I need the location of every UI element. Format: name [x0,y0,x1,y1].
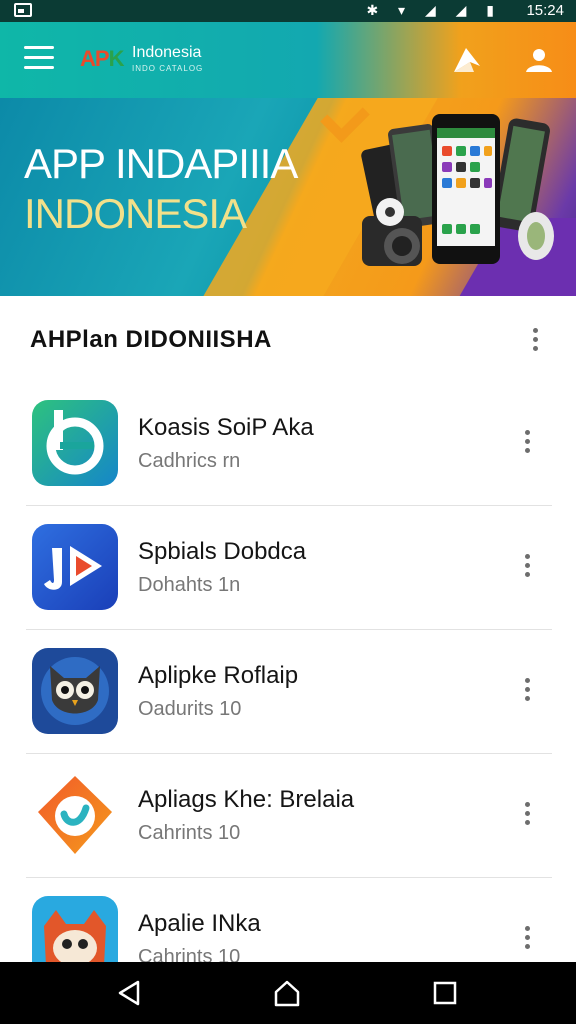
item-more-icon[interactable] [516,676,540,704]
list-item[interactable]: Spbials Dobdca Dohahts 1n [0,506,576,630]
promo-banner[interactable]: APP INDAPIIIA INDONESIA [0,98,576,296]
app-bar: APK Indonesia INDO CATALOG [0,22,576,98]
list-item[interactable]: Koasis SoiP Aka Cadhrics rn [0,382,576,506]
notification-image-icon [14,3,32,17]
item-more-icon[interactable] [516,924,540,952]
b-circle-icon [32,400,118,486]
logo-mark: APK [80,46,124,71]
list-item[interactable]: Apliags Khe: Brelaia Cahrints 10 [0,754,576,878]
status-bar: ✱ ▾ ◢ ◢ ▮ 15:24 [0,0,576,22]
section-title: AHPlan DIDONIISHA [30,326,272,353]
share-icon[interactable] [450,44,484,78]
app-name: Apliags Khe: Brelaia [138,786,355,813]
app-list: Koasis SoiP Aka Cadhrics rn Spbials Dobd… [0,382,576,962]
recent-apps-icon[interactable] [430,978,460,1008]
section-more-icon[interactable] [524,326,548,354]
banner-title-line1: APP INDAPIIIA [24,140,298,187]
list-item[interactable]: Aplipke Roflaip Oadurits 10 [0,630,576,754]
cat-mascot-icon [32,896,118,962]
app-subtitle: Cahrints 10 [138,946,241,962]
app-name: Koasis SoiP Aka [138,414,314,441]
app-subtitle: Cahrints 10 [138,822,241,844]
app-subtitle: Cadhrics rn [138,450,241,472]
list-item[interactable]: Apalie INka Cahrints 10 [0,878,576,962]
check-shield-icon [32,772,118,858]
home-icon[interactable] [272,978,302,1008]
logo-name: Indonesia [132,44,202,61]
banner-title-line2: INDONESIA [24,190,247,237]
item-more-icon[interactable] [516,428,540,456]
status-icons: ✱ ▾ ◢ ◢ ▮ [366,2,502,18]
devices-illustration [361,114,554,266]
system-nav-bar [0,962,576,1024]
play-arrow-icon [32,524,118,610]
item-more-icon[interactable] [516,800,540,828]
app-name: Apalie INka [138,910,261,937]
user-icon[interactable] [522,44,556,78]
owl-icon [32,648,118,734]
section-header: AHPlan DIDONIISHA [0,296,576,382]
app-subtitle: Dohahts 1n [138,574,241,596]
app-subtitle: Oadurits 10 [138,698,242,720]
status-time: 15:24 [526,2,564,19]
app-name: Aplipke Roflaip [138,662,299,689]
menu-icon[interactable] [24,46,54,70]
item-more-icon[interactable] [516,552,540,580]
back-icon[interactable] [114,978,144,1008]
app-name: Spbials Dobdca [138,538,307,565]
logo-subtitle: INDO CATALOG [132,64,204,73]
